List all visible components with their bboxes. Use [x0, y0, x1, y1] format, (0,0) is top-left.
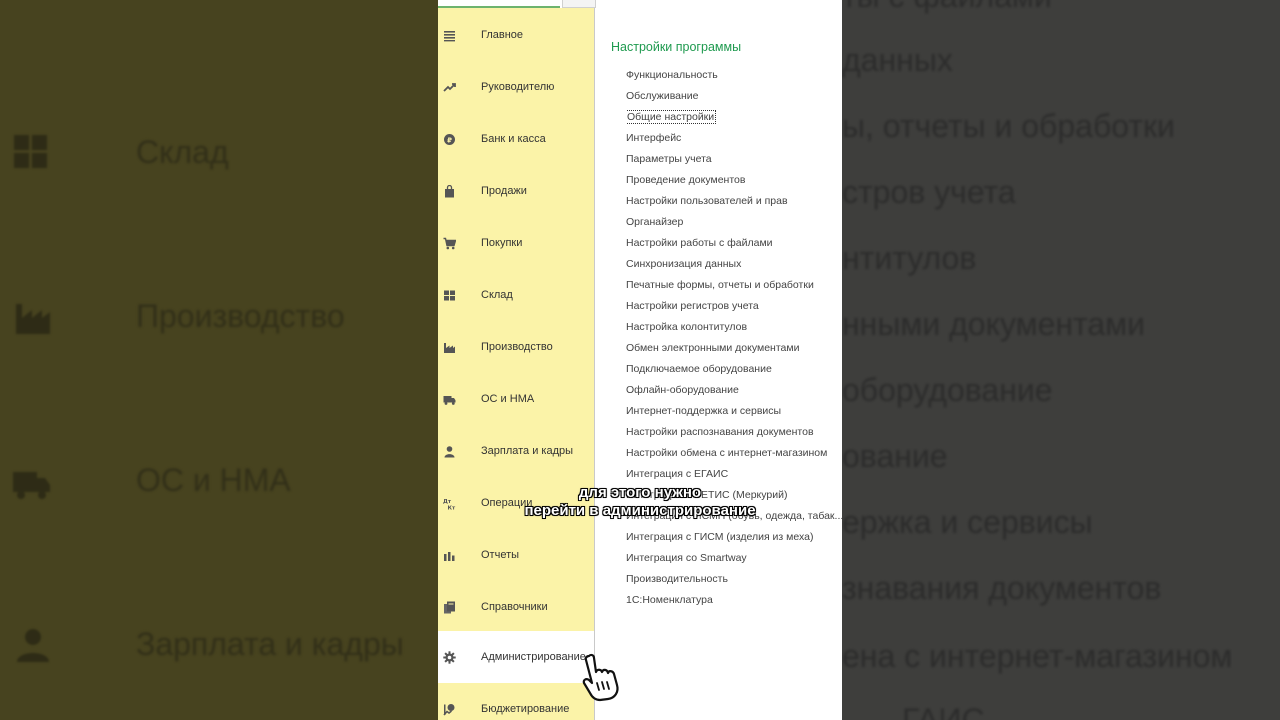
background-right: ты с файлами данных ы, отчеты и обработк…: [842, 0, 1280, 720]
menu-lines-icon: [442, 28, 456, 42]
warehouse-grid-icon: [12, 133, 50, 171]
settings-link-functionality[interactable]: Функциональность: [626, 67, 842, 88]
sidebar-item-budgeting[interactable]: Бюджетирование: [438, 683, 594, 720]
factory-icon: [14, 298, 52, 336]
subtitle-line-1: для этого нужно: [578, 484, 702, 501]
background-row: нтитулов: [842, 240, 977, 276]
sidebar-item-label: Банк и касса: [481, 133, 546, 145]
shopping-cart-icon: [442, 236, 456, 250]
background-row: Зарплата и кадры: [136, 626, 404, 662]
settings-link-smartway[interactable]: Интеграция со Smartway: [626, 550, 842, 571]
person-icon: [14, 626, 52, 664]
background-row: ование: [842, 438, 948, 474]
search-button[interactable]: [562, 0, 596, 8]
settings-panel: Настройки программы Функциональность Обс…: [595, 8, 842, 720]
bar-chart-icon: [442, 548, 456, 562]
background-row: Склад: [136, 134, 229, 170]
sidebar-item-production[interactable]: Производство: [438, 321, 594, 373]
background-row: Производство: [136, 298, 345, 334]
settings-link-recognition[interactable]: Настройки распознавания документов: [626, 424, 842, 445]
settings-link-internet-support[interactable]: Интернет-поддержка и сервисы: [626, 403, 842, 424]
background-row: оборудование: [842, 372, 1053, 408]
background-row: данных: [842, 42, 953, 78]
sidebar-item-label: Отчеты: [481, 549, 520, 561]
sidebar-item-label: Бюджетирование: [481, 703, 570, 715]
settings-link-headers-footers[interactable]: Настройка колонтитулов: [626, 319, 842, 340]
settings-link-performance[interactable]: Производительность: [626, 571, 842, 592]
sidebar-item-label: Зарплата и кадры: [481, 445, 574, 457]
settings-link-interface[interactable]: Интерфейс: [626, 130, 842, 151]
sidebar-item-label: Продажи: [481, 185, 527, 197]
background-row: ГАИС: [902, 702, 985, 720]
gear-icon: [442, 650, 456, 664]
settings-link-accounting-params[interactable]: Параметры учета: [626, 151, 842, 172]
shopping-bag-icon: [442, 184, 456, 198]
settings-link-gism[interactable]: Интеграция с ГИСМ (изделия из меха): [626, 529, 842, 550]
sidebar-item-label: Производство: [481, 341, 553, 353]
truck-icon: [442, 392, 456, 406]
settings-link-posting[interactable]: Проведение документов: [626, 172, 842, 193]
settings-link-online-store[interactable]: Настройки обмена с интернет-магазином: [626, 445, 842, 466]
budget-icon: [442, 702, 456, 716]
warehouse-grid-icon: [442, 288, 456, 302]
sidebar-item-label: Главное: [481, 29, 524, 41]
top-toolbar: [438, 0, 842, 8]
sidebar-item-bank[interactable]: ₽ Банк и касса: [438, 113, 594, 165]
app-window: Главное Руководителю ₽ Банк и касса Прод…: [438, 0, 842, 720]
settings-link-registers[interactable]: Настройки регистров учета: [626, 298, 842, 319]
background-left: Склад Производство ОС и НМА Зарплата и к…: [0, 0, 438, 720]
sidebar-item-administration[interactable]: Администрирование: [438, 631, 594, 683]
background-row: ты с файлами: [842, 0, 1052, 15]
subtitle-line-2: перейти в администрирование: [524, 502, 756, 519]
search-field[interactable]: [438, 0, 560, 8]
focused-link-label: Общие настройки: [626, 110, 717, 124]
svg-text:₽: ₽: [447, 136, 452, 144]
settings-link-sync[interactable]: Синхронизация данных: [626, 256, 842, 277]
sidebar-item-purchases[interactable]: Покупки: [438, 217, 594, 269]
settings-link-files[interactable]: Настройки работы с файлами: [626, 235, 842, 256]
background-row: стров учета: [842, 174, 1016, 210]
person-icon: [442, 444, 456, 458]
coin-icon: ₽: [442, 132, 456, 146]
settings-link-nomenclature[interactable]: 1С:Номенклатура: [626, 592, 842, 613]
sidebar-item-reports[interactable]: Отчеты: [438, 529, 594, 581]
factory-icon: [442, 340, 456, 354]
background-row: ы, отчеты и обработки: [842, 108, 1175, 144]
sidebar-item-label: Покупки: [481, 237, 523, 249]
settings-links-list: Функциональность Обслуживание Общие наст…: [626, 67, 842, 613]
sections-sidebar: Главное Руководителю ₽ Банк и касса Прод…: [438, 8, 595, 720]
sidebar-item-main[interactable]: Главное: [438, 9, 594, 61]
section-title: Настройки программы: [611, 40, 742, 54]
books-icon: [442, 600, 456, 614]
settings-link-organizer[interactable]: Органайзер: [626, 214, 842, 235]
settings-link-offline-equipment[interactable]: Офлайн-оборудование: [626, 382, 842, 403]
sidebar-item-manager[interactable]: Руководителю: [438, 61, 594, 113]
settings-link-maintenance[interactable]: Обслуживание: [626, 88, 842, 109]
trend-up-icon: [442, 80, 456, 94]
sidebar-item-label: Справочники: [481, 601, 548, 613]
sidebar-item-assets[interactable]: ОС и НМА: [438, 373, 594, 425]
sidebar-item-label: ОС и НМА: [481, 393, 535, 405]
background-row: нными документами: [842, 306, 1146, 342]
sidebar-item-warehouse[interactable]: Склад: [438, 269, 594, 321]
hand-pointer-icon: [578, 652, 626, 702]
settings-link-general[interactable]: Общие настройки: [626, 109, 842, 130]
settings-link-print-forms[interactable]: Печатные формы, отчеты и обработки: [626, 277, 842, 298]
settings-link-users-rights[interactable]: Настройки пользователей и прав: [626, 193, 842, 214]
settings-link-equipment[interactable]: Подключаемое оборудование: [626, 361, 842, 382]
sidebar-item-salary[interactable]: Зарплата и кадры: [438, 425, 594, 477]
settings-link-edi[interactable]: Обмен электронными документами: [626, 340, 842, 361]
sidebar-item-label: Администрирование: [481, 651, 586, 663]
sidebar-item-label: Руководителю: [481, 81, 555, 93]
sidebar-item-directories[interactable]: Справочники: [438, 581, 594, 633]
sidebar-item-label: Склад: [481, 289, 513, 301]
background-row: знавания документов: [842, 570, 1162, 606]
background-row: ена с интернет-магазином: [842, 638, 1233, 674]
sidebar-item-sales[interactable]: Продажи: [438, 165, 594, 217]
